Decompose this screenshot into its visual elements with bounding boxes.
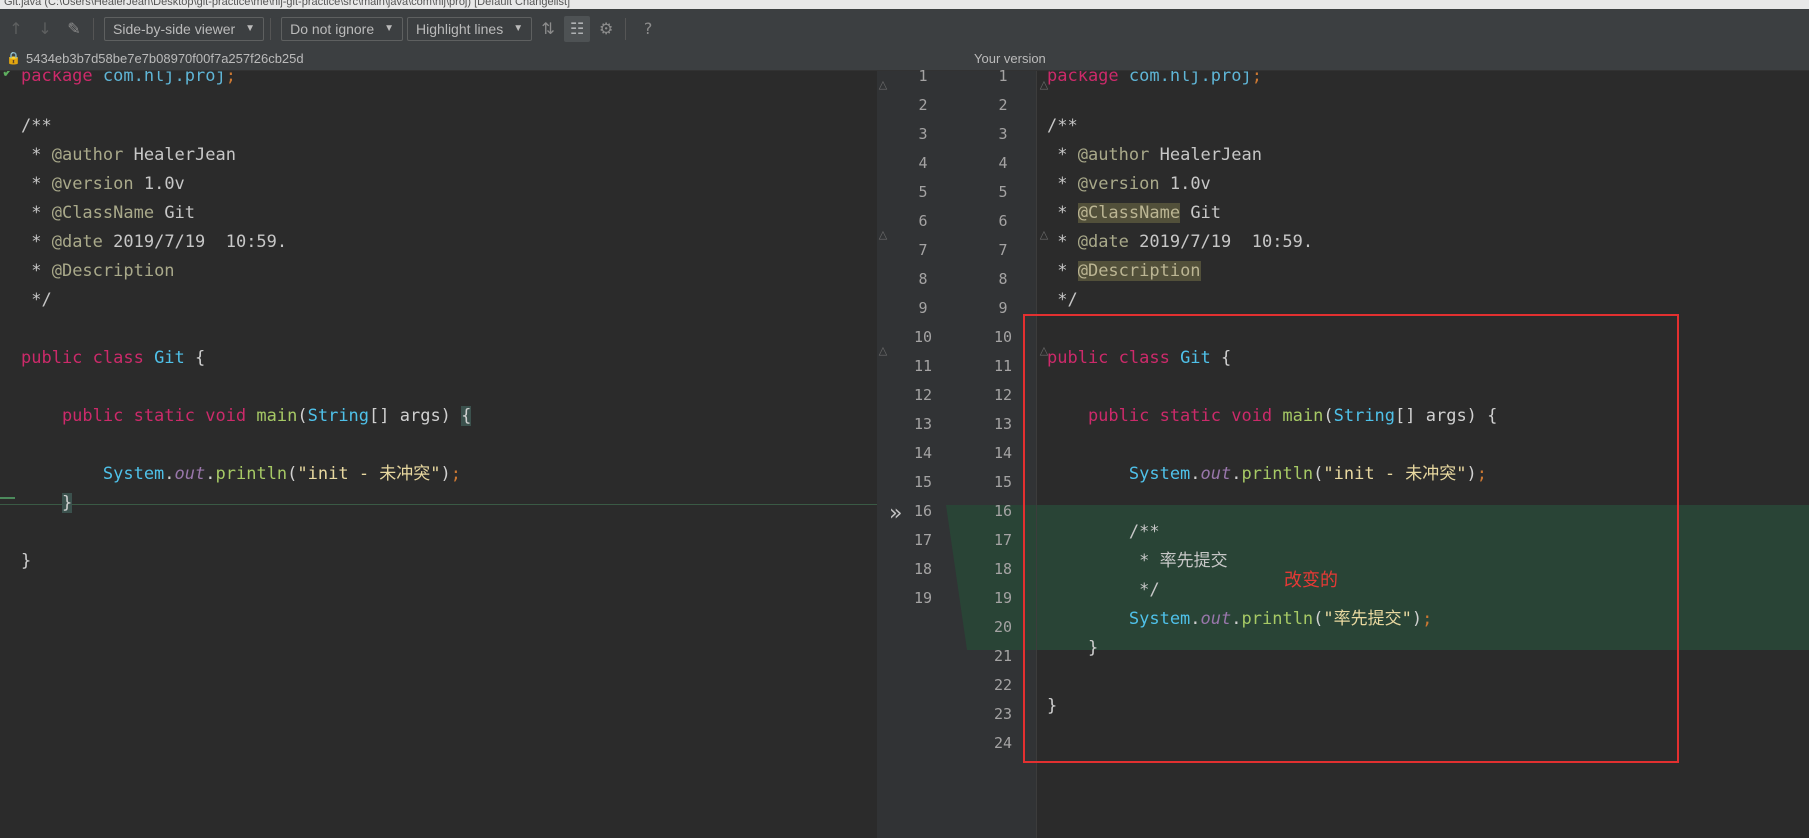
left-line-16: }: [61, 493, 73, 513]
right-line-number: 9: [998, 299, 1008, 317]
left-line-18: }: [21, 551, 32, 571]
help-button[interactable]: ?: [635, 16, 661, 42]
right-line-8: * @Description: [1047, 261, 1201, 281]
diff-gutter: △ △ △ » 1 2 3 4 5 6 7 8 9 10 11 12 13 14 15 16 17 18 19 12…: [877, 67, 1036, 838]
chevron-down-icon: ▼: [245, 23, 256, 34]
highlight-label: Highlight lines: [416, 20, 504, 37]
right-line-6: * @ClassName Git: [1047, 203, 1222, 223]
left-line-number: 16: [913, 502, 933, 520]
fold-icon[interactable]: △: [877, 344, 889, 358]
right-line-number: 16: [993, 502, 1013, 520]
left-line-number: 9: [918, 299, 928, 317]
whitespace-label: Do not ignore: [290, 20, 375, 37]
left-line-number: 12: [913, 386, 933, 404]
right-line-number: 24: [993, 734, 1013, 752]
whitespace-dropdown[interactable]: Do not ignore ▼: [281, 16, 404, 41]
right-line-number: 18: [993, 560, 1013, 578]
left-change-marker: [0, 497, 15, 499]
window-title-bar: Git.java (C:\Users\HealerJean\Desktop\gi…: [0, 0, 1809, 9]
left-line-number: 3: [918, 125, 928, 143]
viewer-mode-label: Side-by-side viewer: [113, 20, 236, 37]
check-icon: ✔: [2, 71, 14, 81]
left-line-number: 8: [918, 270, 928, 288]
chevron-down-icon: ▼: [384, 23, 395, 34]
right-line-4: * @author HealerJean: [1047, 145, 1262, 165]
right-line-number: 21: [993, 647, 1013, 665]
diff-toolbar: ↑ ↓ ✎ Side-by-side viewer ▼ Do not ignor…: [0, 9, 1809, 48]
left-change-line: [0, 504, 877, 505]
sync-scroll-icon[interactable]: ☷: [564, 15, 591, 42]
arrow-up-icon[interactable]: ↑: [3, 16, 29, 42]
highlight-dropdown[interactable]: Highlight lines ▼: [407, 16, 533, 41]
left-line-number: 10: [913, 328, 933, 346]
apply-change-icon[interactable]: »: [889, 503, 902, 525]
right-line-number: 4: [998, 154, 1008, 172]
fold-icon[interactable]: △: [877, 78, 889, 92]
right-line-number: 12: [993, 386, 1013, 404]
left-line-number: 18: [913, 560, 933, 578]
right-line-number: 22: [993, 676, 1013, 694]
left-line-15: System.out.println("init - 未冲突");: [21, 464, 462, 484]
left-editor[interactable]: ✔ package com.hlj.proj; /** * @author He…: [0, 71, 877, 838]
left-line-7: * @date 2019/7/19 10:59.: [21, 232, 288, 252]
left-line-number: 1: [918, 67, 928, 85]
right-line-number: 2: [998, 96, 1008, 114]
right-line-number: 8: [998, 270, 1008, 288]
left-line-number: 19: [913, 589, 933, 607]
right-line-number: 7: [998, 241, 1008, 259]
annotation-label: 改变的: [1284, 570, 1338, 591]
right-line-number: 23: [993, 705, 1013, 723]
left-line-3: /**: [21, 116, 52, 136]
right-line-5: * @version 1.0v: [1047, 174, 1211, 194]
left-line-8: * @Description: [21, 261, 175, 281]
left-line-1: package com.hlj.proj;: [21, 71, 236, 86]
left-revision-hash: 5434eb3b7d58be7e7b08970f00f7a257f26cb25d: [26, 51, 304, 66]
right-line-number: 10: [993, 328, 1013, 346]
right-line-9: */: [1047, 290, 1078, 310]
left-line-number: 7: [918, 241, 928, 259]
left-line-number: 17: [913, 531, 933, 549]
left-line-number: 15: [913, 473, 933, 491]
right-line-number: 5: [998, 183, 1008, 201]
right-line-number: 20: [993, 618, 1013, 636]
right-line-number: 15: [993, 473, 1013, 491]
left-line-13: public static void main(String[] args) {: [21, 406, 472, 426]
toolbar-separator: [93, 17, 94, 40]
right-line-number: 3: [998, 125, 1008, 143]
left-line-number: 14: [913, 444, 933, 462]
right-line-number: 17: [993, 531, 1013, 549]
fold-icon[interactable]: △: [877, 228, 889, 242]
right-line-7: * @date 2019/7/19 10:59.: [1047, 232, 1314, 252]
left-line-number: 6: [918, 212, 928, 230]
right-line-1: package com.hlj.proj;: [1047, 71, 1262, 86]
arrow-down-icon[interactable]: ↓: [32, 16, 58, 42]
edit-icon[interactable]: ✎: [61, 16, 87, 42]
left-line-9: */: [21, 290, 52, 310]
viewer-mode-dropdown[interactable]: Side-by-side viewer ▼: [104, 16, 265, 41]
toolbar-separator: [625, 17, 627, 40]
settings-icon[interactable]: ⚙: [593, 16, 619, 42]
left-line-number: 11: [913, 357, 933, 375]
toolbar-separator: [270, 17, 272, 40]
right-line-number: 14: [993, 444, 1013, 462]
right-line-number: 11: [993, 357, 1013, 375]
right-line-number: 1: [998, 67, 1008, 85]
annotation-box: [1023, 314, 1679, 763]
left-line-11: public class Git {: [21, 348, 206, 368]
right-line-number: 19: [993, 589, 1013, 607]
left-line-5: * @version 1.0v: [21, 174, 185, 194]
left-line-4: * @author HealerJean: [21, 145, 236, 165]
right-line-number: 6: [998, 212, 1008, 230]
right-line-number: 13: [993, 415, 1013, 433]
left-line-number: 13: [913, 415, 933, 433]
collapse-icon[interactable]: ⇅: [535, 16, 561, 42]
window-title: Git.java (C:\Users\HealerJean\Desktop\gi…: [4, 0, 571, 8]
left-line-number: 4: [918, 154, 928, 172]
left-line-number: 2: [918, 96, 928, 114]
chevron-down-icon: ▼: [513, 23, 524, 34]
left-line-number: 5: [918, 183, 928, 201]
left-line-6: * @ClassName Git: [21, 203, 196, 223]
lock-icon: 🔒: [6, 51, 21, 65]
right-line-3: /**: [1047, 116, 1078, 136]
